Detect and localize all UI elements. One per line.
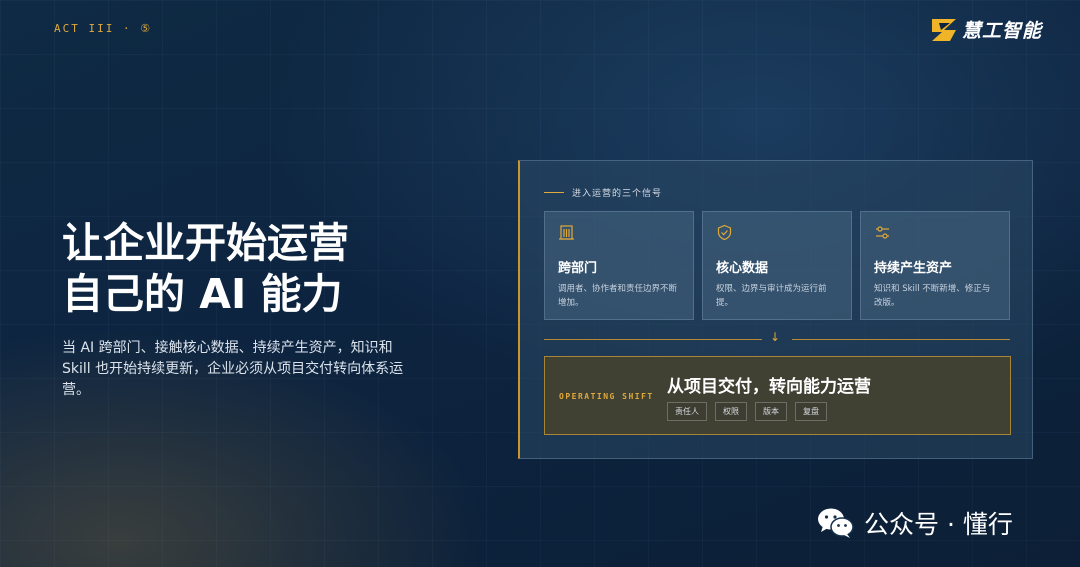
signal-card-core-data: 核心数据 权限、边界与审计成为运行前提。 (702, 211, 852, 320)
brand-logo: 慧工智能 (930, 16, 1042, 43)
operating-shift-box: OPERATING SHIFT 从项目交付，转向能力运营 责任人 权限 版本 复… (544, 356, 1011, 435)
card-title: 持续产生资产 (874, 261, 953, 276)
watermark-text: 公众号 · 懂行 (864, 510, 1013, 539)
building-icon (559, 225, 574, 240)
card-description: 知识和 Skill 不断新增、修正与改版。 (874, 284, 991, 308)
hero-description: 当 AI 跨部门、接触核心数据、持续产生资产，知识和 Skill 也开始持续更新… (62, 340, 404, 398)
tag-owner: 责任人 (667, 402, 707, 421)
card-title: 核心数据 (716, 261, 769, 276)
card-description: 调用者、协作者和责任边界不断增加。 (558, 284, 678, 308)
logo-text: 慧工智能 (961, 20, 1042, 42)
divider-line-left (544, 339, 762, 340)
page-title: 让企业开始运营 自己的 AI 能力 (62, 218, 349, 320)
wechat-icon (818, 508, 854, 538)
card-description: 权限、边界与审计成为运行前提。 (716, 284, 827, 308)
arrow-down-icon: ↓ (770, 330, 781, 344)
flow-divider: ↓ (544, 330, 1010, 345)
tag-permission: 权限 (715, 402, 747, 421)
signal-card-cross-department: 跨部门 调用者、协作者和责任边界不断增加。 (544, 211, 694, 320)
shield-check-icon (717, 224, 732, 241)
shift-title: 从项目交付，转向能力运营 (667, 377, 871, 397)
shift-label: OPERATING SHIFT (559, 392, 654, 401)
title-line-1: 让企业开始运营 (62, 219, 349, 267)
panel-title-rule (544, 192, 564, 193)
sliders-icon (876, 226, 889, 239)
act-label: ACT III · ⑤ (54, 22, 153, 35)
panel-title: 进入运营的三个信号 (572, 189, 663, 199)
tag-review: 复盘 (795, 402, 827, 421)
wechat-watermark: 公众号 · 懂行 (816, 505, 1013, 541)
panel-header: 进入运营的三个信号 (544, 186, 662, 199)
divider-line-right (792, 339, 1010, 340)
signal-card-assets: 持续产生资产 知识和 Skill 不断新增、修正与改版。 (860, 211, 1010, 320)
signals-panel: 进入运营的三个信号 跨部门 调用者、协作者和责任边界不断增加。 核心数据 权限、… (518, 160, 1033, 459)
shift-tags: 责任人 权限 版本 复盘 (667, 402, 827, 421)
tag-version: 版本 (755, 402, 787, 421)
logo-mark-icon (931, 18, 956, 41)
title-line-2: 自己的 AI 能力 (62, 270, 343, 318)
card-title: 跨部门 (558, 261, 598, 276)
